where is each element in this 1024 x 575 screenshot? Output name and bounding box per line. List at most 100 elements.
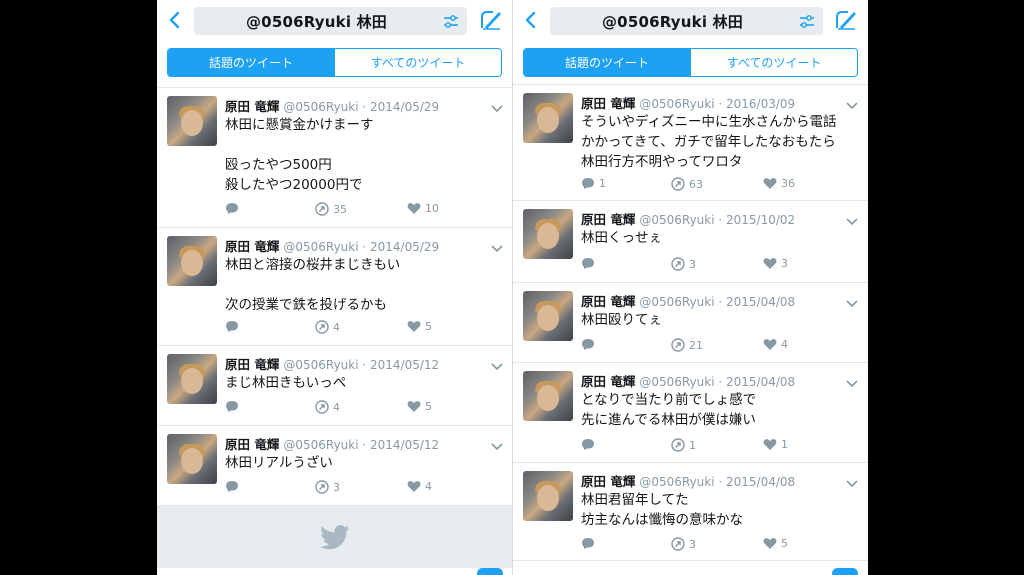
like-button[interactable]: 10	[407, 202, 439, 215]
tweet-text: 林田と溶接の桜井まじきもい 次の授業で鉄を投げるかも	[225, 257, 401, 313]
tweet-card[interactable]: 原田 竜輝 @0506Ryuki · 2014/05/29 林田に懸賞金かけまーす…	[157, 88, 513, 228]
search-header: @0506Ryuki 林田	[157, 0, 513, 40]
tweet-card[interactable]: 原田 竜輝 @0506Ryuki · 2015/10/02 林田くっせぇ 3 3	[513, 201, 868, 283]
tweet-card[interactable]: 原田 竜輝 @0506Ryuki · 2015/04/08 となりで当たり前でしょ…	[513, 363, 868, 463]
retweet-button[interactable]: 35	[315, 202, 347, 216]
tab-all-tweets[interactable]: すべてのツイート	[335, 49, 501, 76]
timeline-end	[157, 506, 513, 568]
reply-button[interactable]	[581, 257, 599, 270]
back-arrow-icon[interactable]	[163, 6, 185, 34]
compose-tweet-icon[interactable]	[479, 8, 503, 32]
reply-button[interactable]	[225, 202, 243, 215]
author-name[interactable]: 原田 竜輝	[581, 474, 635, 489]
notification-badge	[832, 568, 858, 575]
chevron-down-icon[interactable]	[846, 293, 858, 308]
compose-tweet-icon[interactable]	[834, 8, 858, 32]
tweet-actions: 3 4	[225, 480, 445, 496]
like-button[interactable]: 5	[407, 320, 432, 333]
author-name[interactable]: 原田 竜輝	[225, 437, 279, 452]
tweet-meta: @0506Ryuki · 2014/05/29	[283, 100, 440, 114]
author-name[interactable]: 原田 竜輝	[225, 99, 279, 114]
chevron-down-icon[interactable]	[846, 473, 858, 488]
filter-icon[interactable]	[799, 14, 815, 28]
like-button[interactable]: 5	[763, 537, 788, 550]
avatar[interactable]	[523, 471, 573, 521]
avatar[interactable]	[523, 371, 573, 421]
chevron-down-icon[interactable]	[491, 98, 503, 113]
filter-icon[interactable]	[443, 14, 459, 28]
chevron-down-icon[interactable]	[846, 373, 858, 388]
avatar[interactable]	[167, 96, 217, 146]
search-panel-left: @0506Ryuki 林田 話題のツイート すべてのツイート 原田 竜輝 @050…	[157, 0, 513, 575]
tweet-card[interactable]: 原田 竜輝 @0506Ryuki · 2014/05/12 林田リアルうざい 3 …	[157, 426, 513, 506]
avatar[interactable]	[167, 354, 217, 404]
tweet-card[interactable]: 原田 竜輝 @0506Ryuki · 2015/04/08 林田君留年してた 坊主…	[513, 463, 868, 561]
reply-button[interactable]	[225, 400, 243, 413]
like-button[interactable]: 36	[763, 177, 795, 190]
retweet-icon	[315, 202, 329, 216]
search-input[interactable]: @0506Ryuki 林田	[194, 7, 467, 35]
author-name[interactable]: 原田 竜輝	[581, 294, 635, 309]
retweet-button[interactable]: 21	[671, 338, 703, 352]
chevron-down-icon[interactable]	[846, 95, 858, 110]
retweet-button[interactable]: 63	[671, 177, 703, 191]
chevron-down-icon[interactable]	[846, 211, 858, 226]
tweet-card[interactable]: 原田 竜輝 @0506Ryuki · 2014/05/12 まじ林田きもいっぺ 4…	[157, 346, 513, 426]
retweet-button[interactable]: 3	[671, 257, 696, 271]
tweet-actions: 3 5	[581, 537, 801, 553]
tab-top-tweets[interactable]: 話題のツイート	[168, 49, 334, 76]
like-count: 10	[425, 202, 439, 215]
tweet-header: 原田 竜輝 @0506Ryuki · 2014/05/12	[225, 354, 439, 373]
retweet-icon	[315, 400, 329, 414]
avatar[interactable]	[523, 93, 573, 143]
like-button[interactable]: 4	[763, 338, 788, 351]
author-name[interactable]: 原田 竜輝	[225, 239, 279, 254]
tweet-actions: 4 5	[225, 320, 445, 336]
retweet-button[interactable]: 4	[315, 400, 340, 414]
author-name[interactable]: 原田 竜輝	[581, 374, 635, 389]
retweet-icon	[671, 177, 685, 191]
tweet-actions: 3 3	[581, 257, 801, 273]
reply-button[interactable]	[581, 338, 599, 351]
like-button[interactable]: 3	[763, 257, 788, 270]
retweet-button[interactable]: 3	[315, 480, 340, 494]
like-button[interactable]: 1	[763, 438, 788, 451]
tweet-card[interactable]: 原田 竜輝 @0506Ryuki · 2015/04/08 林田殴りてぇ 21 4	[513, 283, 868, 363]
author-name[interactable]: 原田 竜輝	[581, 96, 635, 111]
tweet-text: まじ林田きもいっぺ	[225, 375, 347, 391]
tab-all-tweets[interactable]: すべてのツイート	[691, 49, 857, 76]
retweet-count: 3	[333, 480, 340, 494]
avatar[interactable]	[167, 236, 217, 286]
like-button[interactable]: 5	[407, 400, 432, 413]
tweet-actions: 1 63 36	[581, 177, 801, 193]
back-arrow-icon[interactable]	[519, 6, 541, 34]
tweet-card[interactable]: 原田 竜輝 @0506Ryuki · 2016/03/09 そういやディズニー中に…	[513, 85, 868, 201]
retweet-icon	[315, 320, 329, 334]
retweet-button[interactable]: 3	[671, 537, 696, 551]
like-count: 5	[781, 537, 788, 550]
reply-button[interactable]	[225, 320, 243, 333]
avatar[interactable]	[523, 291, 573, 341]
chevron-down-icon[interactable]	[491, 238, 503, 253]
chevron-down-icon[interactable]	[491, 436, 503, 451]
retweet-button[interactable]: 4	[315, 320, 340, 334]
tab-top-tweets[interactable]: 話題のツイート	[524, 49, 690, 76]
search-input[interactable]: @0506Ryuki 林田	[550, 7, 823, 35]
author-name[interactable]: 原田 竜輝	[581, 212, 635, 227]
like-count: 1	[781, 438, 788, 451]
reply-icon	[582, 339, 594, 350]
tweet-actions: 1 1	[581, 438, 801, 454]
chevron-down-icon[interactable]	[491, 356, 503, 371]
tweet-card[interactable]: 原田 竜輝 @0506Ryuki · 2014/05/29 林田と溶接の桜井まじき…	[157, 228, 513, 346]
reply-button[interactable]	[581, 537, 599, 550]
reply-button[interactable]	[581, 438, 599, 451]
tweet-meta: @0506Ryuki · 2015/04/08	[639, 375, 796, 389]
avatar[interactable]	[523, 209, 573, 259]
reply-button[interactable]	[225, 480, 243, 493]
author-name[interactable]: 原田 竜輝	[225, 357, 279, 372]
like-button[interactable]: 4	[407, 480, 432, 493]
reply-button[interactable]: 1	[581, 177, 606, 190]
retweet-button[interactable]: 1	[671, 438, 696, 452]
reply-icon	[226, 203, 238, 214]
avatar[interactable]	[167, 434, 217, 484]
